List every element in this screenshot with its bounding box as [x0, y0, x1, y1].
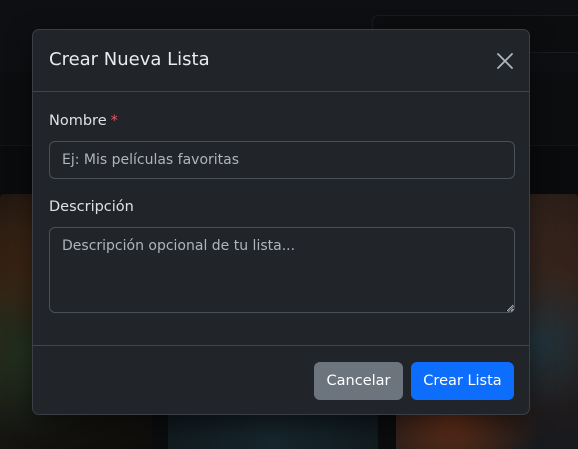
description-label: Descripción	[49, 199, 134, 215]
create-list-modal: Crear Nueva Lista Nombre* Descripción Ca…	[32, 29, 530, 415]
modal-title: Crear Nueva Lista	[49, 49, 210, 70]
modal-footer: Cancelar Crear Lista	[33, 345, 529, 416]
required-marker: *	[110, 113, 118, 129]
create-list-button[interactable]: Crear Lista	[411, 362, 514, 400]
close-button[interactable]	[495, 51, 515, 71]
cancel-button[interactable]: Cancelar	[314, 362, 403, 400]
modal-header: Crear Nueva Lista	[33, 30, 529, 92]
name-label: Nombre *	[49, 112, 118, 130]
description-textarea[interactable]	[49, 227, 515, 313]
name-label-text: Nombre	[49, 113, 107, 129]
name-input[interactable]	[49, 141, 515, 179]
close-icon	[497, 53, 513, 69]
